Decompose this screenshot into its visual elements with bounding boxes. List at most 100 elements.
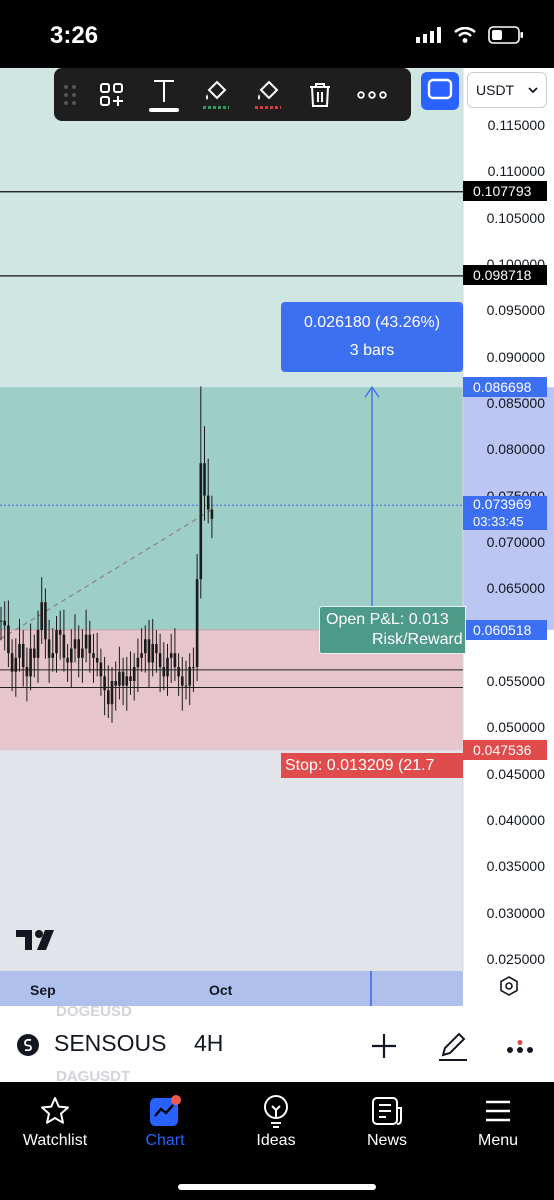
symbol-name[interactable]: SENSOUS (54, 1030, 166, 1057)
price-axis-label: 0.055000 (486, 673, 545, 689)
candle-body (66, 657, 69, 663)
prev-symbol[interactable]: DOGEUSD (56, 1003, 132, 1020)
drawing-toolbar (54, 68, 411, 121)
fill-red-icon[interactable] (242, 68, 294, 121)
price-axis-label: 0.090000 (486, 348, 545, 365)
candle-body (203, 463, 206, 496)
trash-icon[interactable] (294, 68, 346, 121)
pen-icon[interactable] (437, 1029, 469, 1068)
signal-icon (416, 27, 442, 48)
grip-icon[interactable] (54, 68, 86, 121)
tab-ideas[interactable]: Ideas (221, 1094, 331, 1150)
price-axis-label: 0.065000 (486, 580, 545, 597)
candle-body (33, 648, 36, 658)
candle-body (70, 648, 73, 663)
lightbulb-icon (221, 1094, 331, 1128)
current-price-tag: 0.073969 03:33:45 (463, 496, 547, 530)
settings-icon (498, 975, 520, 1002)
symbol-logo-icon (16, 1033, 40, 1062)
time-axis[interactable]: Sep Oct (0, 971, 463, 1006)
candle-body (206, 495, 210, 510)
tab-label: News (366, 1132, 407, 1149)
candle-body (29, 648, 32, 677)
add-widget-icon[interactable] (86, 68, 138, 121)
candle-body (58, 630, 62, 635)
tab-watchlist[interactable]: Watchlist (0, 1094, 110, 1150)
candle-body (44, 602, 47, 640)
candle-body (195, 579, 199, 668)
candle-body (184, 685, 188, 687)
tab-news[interactable]: News (332, 1094, 442, 1150)
candle-body (55, 630, 58, 654)
candle-body (107, 690, 110, 705)
price-axis-label: 0.030000 (486, 904, 545, 921)
candle-body (140, 653, 143, 658)
currency-select[interactable]: USDT (467, 72, 547, 108)
fullscreen-button[interactable] (421, 72, 459, 110)
profit-zone (0, 387, 463, 630)
measure-label[interactable]: 0.026180 (43.26%) 3 bars (281, 302, 463, 372)
candle-body (132, 667, 136, 681)
candle-body (84, 634, 88, 649)
more-options-icon[interactable] (506, 1040, 534, 1061)
price-axis-label: 0.070000 (486, 534, 545, 550)
risk-reward: Risk/Reward (372, 631, 463, 648)
candle-body (77, 639, 80, 658)
time-label: Oct (209, 982, 233, 998)
candle-body (166, 657, 169, 677)
candle-body (103, 676, 106, 691)
time-marker (370, 971, 372, 1006)
price-axis-label: 0.050000 (486, 719, 545, 736)
candle-body (0, 620, 3, 622)
candle-body (147, 639, 151, 663)
tradingview-logo[interactable] (16, 928, 62, 957)
candle-body (18, 643, 21, 658)
chevron-down-icon (526, 81, 540, 102)
candle-body (177, 667, 180, 677)
status-time: 3:26 (50, 22, 99, 49)
chart-area[interactable] (0, 68, 554, 1075)
candle-body (14, 657, 18, 672)
entry-price-tag: 0.060518 (463, 620, 547, 640)
price-axis-label: 0.105000 (486, 209, 545, 226)
time-label: Sep (30, 982, 56, 998)
tab-chart[interactable]: Chart (110, 1094, 220, 1150)
candle-body (144, 639, 147, 654)
home-indicator (178, 1184, 376, 1190)
candle-body (199, 463, 203, 580)
candle-body (51, 653, 55, 658)
open-pnl: Open P&L: 0.013 (326, 611, 449, 628)
price-axis-label: 0.085000 (486, 395, 545, 411)
price-axis-label: 0.115000 (487, 117, 545, 133)
add-icon[interactable] (370, 1032, 398, 1065)
price-axis-label: 0.095000 (486, 302, 545, 319)
text-tool-icon[interactable] (138, 68, 190, 121)
fill-green-icon[interactable] (190, 68, 242, 121)
chart-icon (110, 1094, 220, 1128)
currency-value: USDT (476, 82, 515, 98)
more-icon[interactable] (346, 68, 398, 121)
candle-body (114, 681, 117, 686)
chart-settings-button[interactable] (463, 971, 554, 1006)
measure-bars: 3 bars (349, 342, 395, 359)
tab-menu[interactable]: Menu (443, 1094, 553, 1150)
candle-body (192, 667, 195, 669)
position-pnl-label[interactable]: Open P&L: 0.013 Risk/Reward (319, 606, 466, 654)
candle-body (21, 643, 25, 668)
wifi-icon (454, 26, 476, 48)
candle-body (151, 643, 154, 663)
fullscreen-icon (427, 78, 453, 105)
news-icon (332, 1094, 442, 1128)
candle-body (73, 639, 77, 649)
candle-body (95, 657, 99, 663)
candle-body (162, 667, 166, 677)
candle-body (36, 630, 40, 658)
candle-body (121, 671, 125, 686)
candle-body (10, 653, 14, 672)
price-chart[interactable] (0, 68, 554, 1075)
stop-label[interactable]: Stop: 0.013209 (21.7 (281, 753, 463, 778)
candle-body (62, 634, 66, 658)
candle-body (188, 667, 191, 686)
tab-label: Chart (145, 1132, 185, 1149)
timeframe-button[interactable]: 4H (194, 1030, 223, 1057)
